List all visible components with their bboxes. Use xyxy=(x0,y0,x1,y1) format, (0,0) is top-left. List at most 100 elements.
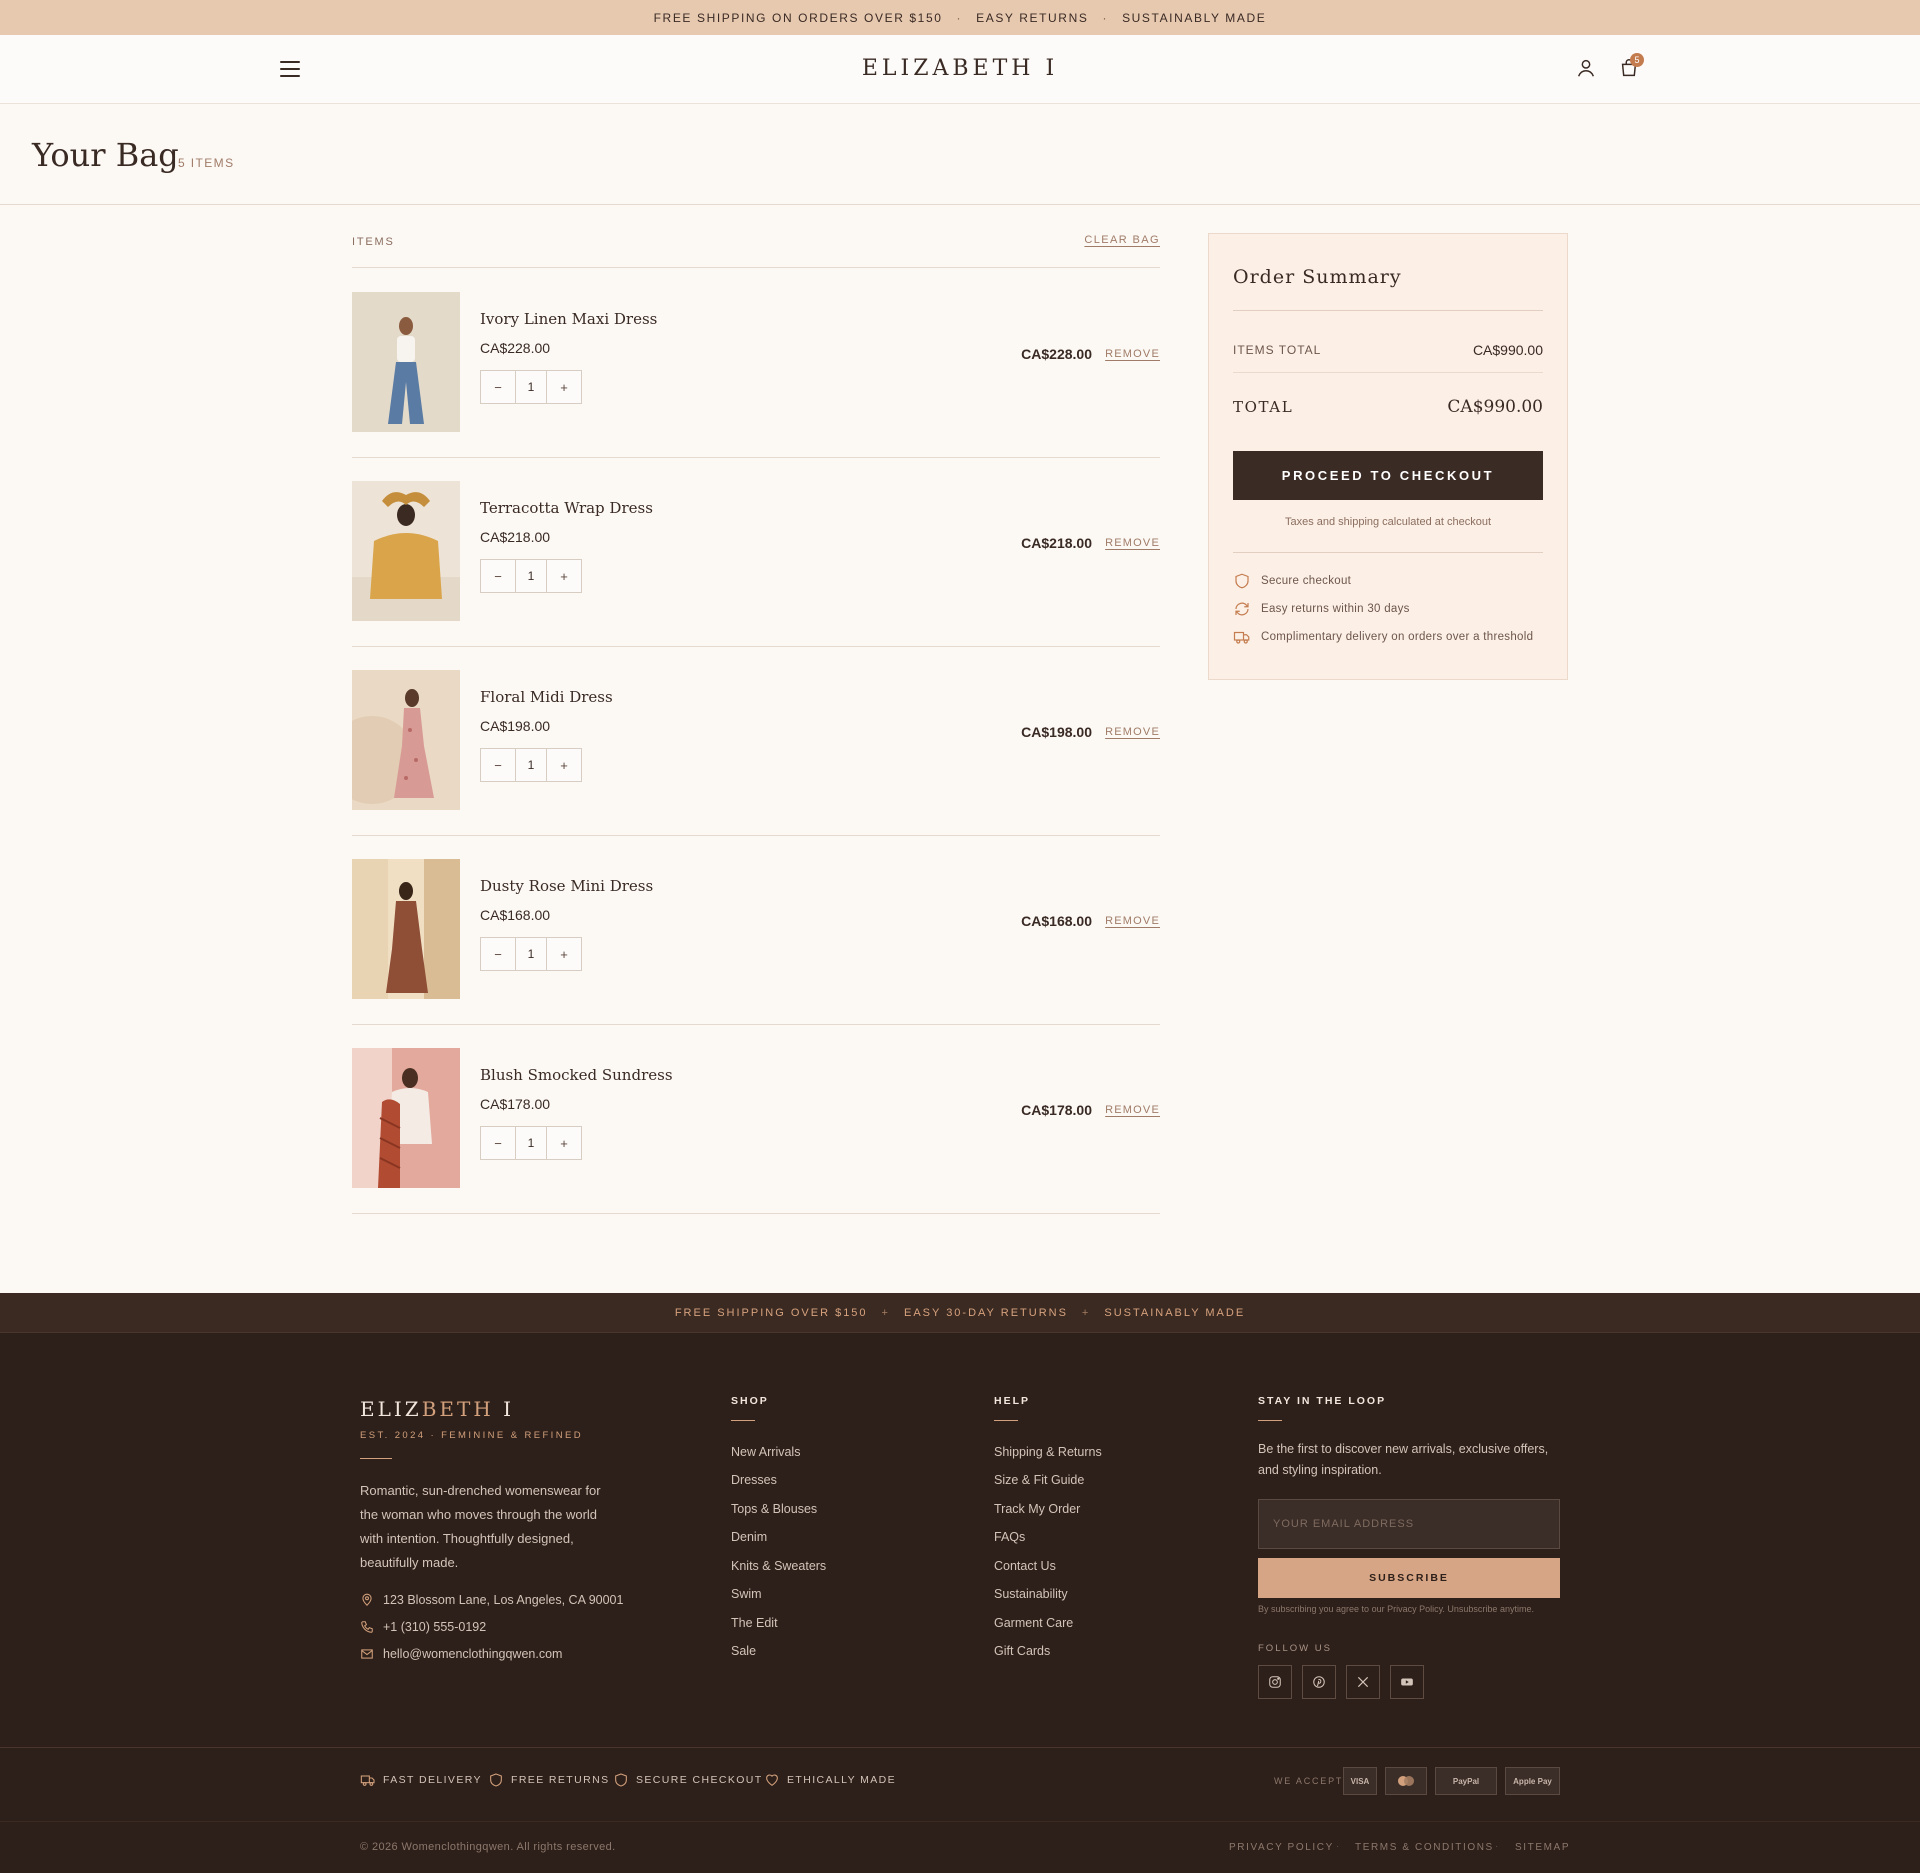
order-summary: Order Summary ITEMS TOTAL CA$990.00 TOTA… xyxy=(1208,233,1568,680)
increment-button[interactable]: + xyxy=(547,560,581,592)
perk-returns: Easy returns within 30 days xyxy=(1233,600,1410,618)
youtube-button[interactable] xyxy=(1390,1665,1424,1699)
heart-icon xyxy=(766,1774,778,1786)
quantity-stepper: − 1 + xyxy=(480,937,582,971)
site-footer: FREE SHIPPING OVER $150 + EASY 30-DAY RE… xyxy=(0,1293,1920,1873)
line-total: CA$178.00 xyxy=(1021,1102,1092,1118)
product-name[interactable]: Floral Midi Dress xyxy=(480,688,613,706)
help-link[interactable]: Garment Care xyxy=(994,1616,1073,1630)
visa-badge: VISA xyxy=(1343,1767,1377,1795)
privacy-policy-link[interactable]: PRIVACY POLICY xyxy=(1229,1842,1334,1853)
product-image[interactable] xyxy=(352,859,460,999)
badge-ethically-made: ETHICALLY MADE xyxy=(764,1771,896,1789)
increment-button[interactable]: + xyxy=(547,371,581,403)
increment-button[interactable]: + xyxy=(547,749,581,781)
terms-link[interactable]: TERMS & CONDITIONS xyxy=(1355,1842,1494,1853)
increment-button[interactable]: + xyxy=(547,938,581,970)
contact-email[interactable]: hello@womenclothingqwen.com xyxy=(360,1646,562,1662)
product-name[interactable]: Dusty Rose Mini Dress xyxy=(480,877,653,895)
hamburger-menu-icon[interactable] xyxy=(280,61,300,77)
site-header: ELIZABETH I 5 xyxy=(0,35,1920,104)
increment-button[interactable]: + xyxy=(547,1127,581,1159)
decrement-button[interactable]: − xyxy=(481,560,515,592)
remove-button[interactable]: REMOVE xyxy=(1105,726,1160,738)
shop-link[interactable]: New Arrivals xyxy=(731,1445,800,1459)
product-image[interactable] xyxy=(352,670,460,810)
footer-strip: FREE SHIPPING OVER $150 + EASY 30-DAY RE… xyxy=(0,1293,1920,1333)
newsletter-divider xyxy=(1258,1420,1282,1421)
decrement-button[interactable]: − xyxy=(481,371,515,403)
perk-text: Complimentary delivery on orders over a … xyxy=(1261,631,1534,643)
quantity-value[interactable]: 1 xyxy=(515,938,547,970)
legal-separator: · xyxy=(1336,1841,1340,1852)
remove-button[interactable]: REMOVE xyxy=(1105,348,1160,360)
shop-link[interactable]: Dresses xyxy=(731,1473,777,1487)
remove-button[interactable]: REMOVE xyxy=(1105,1104,1160,1116)
shop-link[interactable]: Knits & Sweaters xyxy=(731,1559,826,1573)
shield-icon xyxy=(490,1773,502,1787)
remove-button[interactable]: REMOVE xyxy=(1105,915,1160,927)
mastercard-badge xyxy=(1385,1767,1427,1795)
clear-bag-link[interactable]: CLEAR BAG xyxy=(1084,234,1160,246)
help-link[interactable]: Track My Order xyxy=(994,1502,1080,1516)
instagram-button[interactable] xyxy=(1258,1665,1292,1699)
email-text: hello@womenclothingqwen.com xyxy=(383,1647,563,1661)
apple-pay-badge: Apple Pay xyxy=(1505,1767,1560,1795)
shop-link[interactable]: Sale xyxy=(731,1644,756,1658)
announcement-sustainable: SUSTAINABLY MADE xyxy=(1122,10,1267,25)
newsletter-email-input[interactable] xyxy=(1258,1499,1560,1549)
product-name[interactable]: Ivory Linen Maxi Dress xyxy=(480,310,657,328)
summary-divider xyxy=(1233,552,1543,553)
line-total: CA$168.00 xyxy=(1021,913,1092,929)
shop-link[interactable]: Swim xyxy=(731,1587,762,1601)
quantity-value[interactable]: 1 xyxy=(515,1127,547,1159)
help-link[interactable]: Shipping & Returns xyxy=(994,1445,1102,1459)
contact-address: 123 Blossom Lane, Los Angeles, CA 90001 xyxy=(360,1592,623,1608)
strip-returns: EASY 30-DAY RETURNS xyxy=(903,1306,1068,1319)
remove-button[interactable]: REMOVE xyxy=(1105,537,1160,549)
we-accept-label: WE ACCEPT xyxy=(1274,1776,1344,1786)
quantity-stepper: − 1 + xyxy=(480,559,582,593)
decrement-button[interactable]: − xyxy=(481,1127,515,1159)
product-name[interactable]: Blush Smocked Sundress xyxy=(480,1066,673,1084)
mail-icon xyxy=(361,1649,373,1659)
product-image[interactable] xyxy=(352,1048,460,1188)
quantity-value[interactable]: 1 xyxy=(515,371,547,403)
truck-icon xyxy=(1233,631,1250,644)
subscribe-button[interactable]: SUBSCRIBE xyxy=(1258,1558,1560,1598)
product-name[interactable]: Terracotta Wrap Dress xyxy=(480,499,653,517)
user-icon[interactable] xyxy=(1575,57,1597,79)
cart-item-row: Dusty Rose Mini Dress CA$168.00 − 1 + CA… xyxy=(352,835,1160,1025)
help-link[interactable]: Size & Fit Guide xyxy=(994,1473,1084,1487)
line-total: CA$198.00 xyxy=(1021,724,1092,740)
product-price: CA$228.00 xyxy=(480,340,551,356)
product-image[interactable] xyxy=(352,292,460,432)
help-heading: HELP xyxy=(994,1395,1031,1407)
badge-secure-checkout: SECURE CHECKOUT xyxy=(613,1771,763,1789)
product-image[interactable] xyxy=(352,481,460,621)
shop-link[interactable]: The Edit xyxy=(731,1616,778,1630)
quantity-stepper: − 1 + xyxy=(480,370,582,404)
decrement-button[interactable]: − xyxy=(481,938,515,970)
badge-free-returns: FREE RETURNS xyxy=(488,1771,609,1789)
phone-text: +1 (310) 555-0192 xyxy=(383,1620,487,1634)
summary-divider xyxy=(1233,310,1543,311)
footer-logo[interactable]: ELIZBETH I xyxy=(360,1397,514,1421)
help-link[interactable]: Contact Us xyxy=(994,1559,1056,1573)
contact-phone[interactable]: +1 (310) 555-0192 xyxy=(360,1619,486,1635)
footer-divider xyxy=(360,1458,392,1459)
shop-link[interactable]: Tops & Blouses xyxy=(731,1502,817,1516)
shop-link[interactable]: Denim xyxy=(731,1530,767,1544)
quantity-value[interactable]: 1 xyxy=(515,560,547,592)
x-button[interactable] xyxy=(1346,1665,1380,1699)
decrement-button[interactable]: − xyxy=(481,749,515,781)
sitemap-link[interactable]: SITEMAP xyxy=(1515,1842,1570,1853)
proceed-to-checkout-button[interactable]: PROCEED TO CHECKOUT xyxy=(1233,451,1543,500)
help-link[interactable]: FAQs xyxy=(994,1530,1025,1544)
help-link[interactable]: Gift Cards xyxy=(994,1644,1050,1658)
quantity-value[interactable]: 1 xyxy=(515,749,547,781)
pinterest-button[interactable] xyxy=(1302,1665,1336,1699)
footer-logo-end: I xyxy=(493,1397,515,1421)
help-link[interactable]: Sustainability xyxy=(994,1587,1068,1601)
items-total-value: CA$990.00 xyxy=(1472,342,1543,358)
